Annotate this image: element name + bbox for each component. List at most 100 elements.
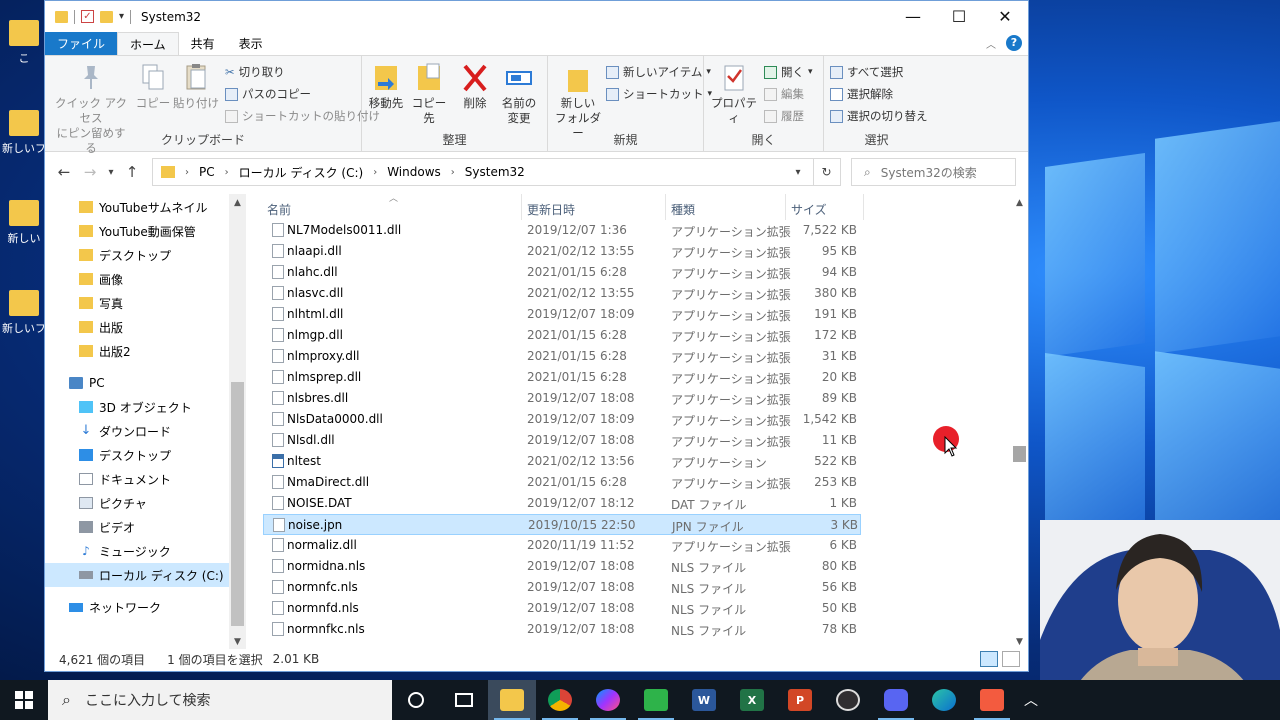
scroll-down-icon[interactable]: ▼: [1011, 637, 1028, 647]
tab-home[interactable]: ホーム: [117, 32, 179, 55]
powerpoint-icon[interactable]: P: [776, 680, 824, 720]
file-row[interactable]: nlahc.dll 2021/01/15 6:28 アプリケーション拡張 94 KB: [263, 262, 861, 283]
copy-to-button[interactable]: コピー先: [408, 62, 450, 126]
file-row[interactable]: normnfd.nls 2019/12/07 18:08 NLS ファイル 50 KB: [263, 598, 861, 619]
nav-item-images[interactable]: 画像: [45, 267, 230, 291]
file-row[interactable]: nlmsprep.dll 2021/01/15 6:28 アプリケーション拡張 20 …: [263, 367, 861, 388]
scroll-up-icon[interactable]: ▲: [229, 198, 246, 208]
address-bar[interactable]: › PC › ローカル ディスク (C:) › Windows › System…: [152, 158, 814, 186]
excel-icon[interactable]: X: [728, 680, 776, 720]
nav-pane-scrollbar[interactable]: ▲ ▼: [229, 194, 246, 649]
folder-icon[interactable]: [55, 10, 68, 23]
new-item-button[interactable]: 新しいアイテム ▾: [606, 64, 711, 80]
tab-file[interactable]: ファイル: [45, 32, 118, 55]
task-view-icon[interactable]: [440, 680, 488, 720]
select-none-button[interactable]: 選択解除: [830, 86, 893, 102]
nav-item-publishing2[interactable]: 出版2: [45, 339, 230, 363]
scroll-up-icon[interactable]: ▲: [1011, 198, 1028, 208]
nav-item-photos[interactable]: 写真: [45, 291, 230, 315]
column-date[interactable]: 更新日時: [527, 201, 575, 218]
file-row[interactable]: nlaapi.dll 2021/02/12 13:55 アプリケーション拡張 95 K…: [263, 241, 861, 262]
breadcrumb-system32[interactable]: System32: [465, 165, 525, 179]
show-hidden-icons-icon[interactable]: ︿: [1016, 680, 1046, 720]
nav-item-3d-objects[interactable]: 3D オブジェクト: [45, 395, 230, 419]
breadcrumb-local-disk[interactable]: ローカル ディスク (C:): [239, 164, 364, 181]
forward-button[interactable]: →: [77, 163, 103, 181]
file-row[interactable]: nlhtml.dll 2019/12/07 18:09 アプリケーション拡張 191 …: [263, 304, 861, 325]
cortana-icon[interactable]: [392, 680, 440, 720]
file-row[interactable]: nlasvc.dll 2021/02/12 13:55 アプリケーション拡張 380 …: [263, 283, 861, 304]
file-row[interactable]: normaliz.dll 2020/11/19 11:52 アプリケーション拡張 6 …: [263, 535, 861, 556]
properties-button[interactable]: プロパティ: [708, 62, 760, 126]
minimize-button[interactable]: —: [890, 1, 936, 32]
file-row[interactable]: Nlsdl.dll 2019/12/07 18:08 アプリケーション拡張 11 KB: [263, 430, 861, 451]
invert-selection-button[interactable]: 選択の切り替え: [830, 108, 928, 124]
taskbar-search-box[interactable]: ⌕ ここに入力して検索: [48, 680, 392, 720]
address-dropdown-button[interactable]: ▾: [783, 158, 813, 186]
file-explorer-icon[interactable]: [488, 680, 536, 720]
shortcut-button[interactable]: ショートカット ▾: [606, 86, 712, 102]
paste-button[interactable]: 貼り付け: [173, 62, 219, 111]
tab-view[interactable]: 表示: [227, 32, 275, 55]
desktop-icon[interactable]: こ: [2, 20, 46, 66]
nav-item-local-disk[interactable]: ローカル ディスク (C:): [45, 563, 229, 587]
nav-item-videos[interactable]: ビデオ: [45, 515, 230, 539]
back-button[interactable]: ←: [51, 163, 77, 181]
move-to-button[interactable]: 移動先: [366, 62, 406, 111]
messenger-icon[interactable]: [584, 680, 632, 720]
file-row[interactable]: normnfkc.nls 2019/12/07 18:08 NLS ファイル 78 K…: [263, 619, 861, 640]
copy-button[interactable]: コピー: [135, 62, 171, 111]
chrome-icon[interactable]: [536, 680, 584, 720]
nav-item-youtube-thumbnail[interactable]: YouTubeサムネイル: [45, 195, 230, 219]
nav-item-downloads[interactable]: ↓ ダウンロード: [45, 419, 230, 443]
tab-share[interactable]: 共有: [179, 32, 227, 55]
scroll-down-icon[interactable]: ▼: [229, 637, 246, 647]
nav-item-pictures[interactable]: ピクチャ: [45, 491, 230, 515]
file-row[interactable]: nlmgp.dll 2021/01/15 6:28 アプリケーション拡張 172 KB: [263, 325, 861, 346]
large-icons-view-button[interactable]: [1002, 651, 1020, 667]
desktop-icon[interactable]: 新しい: [2, 200, 46, 246]
file-row[interactable]: nlsbres.dll 2019/12/07 18:08 アプリケーション拡張 89 …: [263, 388, 861, 409]
delete-button[interactable]: 削除: [458, 62, 492, 111]
history-button[interactable]: 履歴: [764, 108, 804, 124]
file-row[interactable]: normidna.nls 2019/12/07 18:08 NLS ファイル 80 K…: [263, 556, 861, 577]
copy-path-button[interactable]: パスのコピー: [225, 86, 311, 102]
edit-button[interactable]: 編集: [764, 86, 804, 102]
column-type[interactable]: 種類: [671, 201, 695, 218]
file-row[interactable]: noise.jpn 2019/10/15 22:50 JPN ファイル 3 KB: [263, 514, 861, 535]
nav-item-documents[interactable]: ドキュメント: [45, 467, 230, 491]
customize-qat-icon[interactable]: ▾: [119, 11, 124, 22]
obs-icon[interactable]: [824, 680, 872, 720]
desktop-icon[interactable]: 新しいフ: [2, 110, 46, 156]
nav-item-pc[interactable]: PC: [45, 371, 230, 395]
nav-item-youtube-archive[interactable]: YouTube動画保管: [45, 219, 230, 243]
file-row[interactable]: normnfc.nls 2019/12/07 18:08 NLS ファイル 56 KB: [263, 577, 861, 598]
app-icon[interactable]: [968, 680, 1016, 720]
nav-item-desktop-folder[interactable]: デスクトップ: [45, 243, 230, 267]
select-all-button[interactable]: すべて選択: [830, 64, 903, 80]
maximize-button[interactable]: ☐: [936, 1, 982, 32]
new-folder-icon[interactable]: [100, 10, 113, 23]
breadcrumb-windows[interactable]: Windows: [387, 165, 441, 179]
rename-button[interactable]: 名前の 変更: [498, 62, 540, 126]
file-row[interactable]: NlsData0000.dll 2019/12/07 18:09 アプリケーション拡…: [263, 409, 861, 430]
file-row[interactable]: NL7Models0011.dll 2019/12/07 1:36 アプリケーション…: [263, 220, 861, 241]
file-row[interactable]: nlmproxy.dll 2021/01/15 6:28 アプリケーション拡張 31 …: [263, 346, 861, 367]
refresh-button[interactable]: ↻: [813, 158, 841, 186]
edge-icon[interactable]: [920, 680, 968, 720]
file-list-scrollbar[interactable]: ▲ ▼: [1011, 194, 1028, 649]
start-button[interactable]: [0, 680, 48, 720]
discord-icon[interactable]: [872, 680, 920, 720]
nav-item-network[interactable]: ネットワーク: [45, 595, 230, 619]
column-size[interactable]: サイズ: [791, 201, 827, 218]
camtasia-icon[interactable]: [632, 680, 680, 720]
file-row[interactable]: nltest 2021/02/12 13:56 アプリケーション 522 KB: [263, 451, 861, 472]
desktop-icon[interactable]: 新しいフ: [2, 290, 46, 336]
details-view-button[interactable]: [980, 651, 998, 667]
properties-icon[interactable]: ✓: [81, 10, 94, 23]
collapse-ribbon-icon[interactable]: ︿: [986, 36, 996, 51]
recent-locations-button[interactable]: ▾: [103, 167, 119, 178]
new-folder-button[interactable]: 新しい フォルダー: [552, 62, 604, 141]
help-icon[interactable]: ?: [1006, 35, 1022, 51]
word-icon[interactable]: W: [680, 680, 728, 720]
